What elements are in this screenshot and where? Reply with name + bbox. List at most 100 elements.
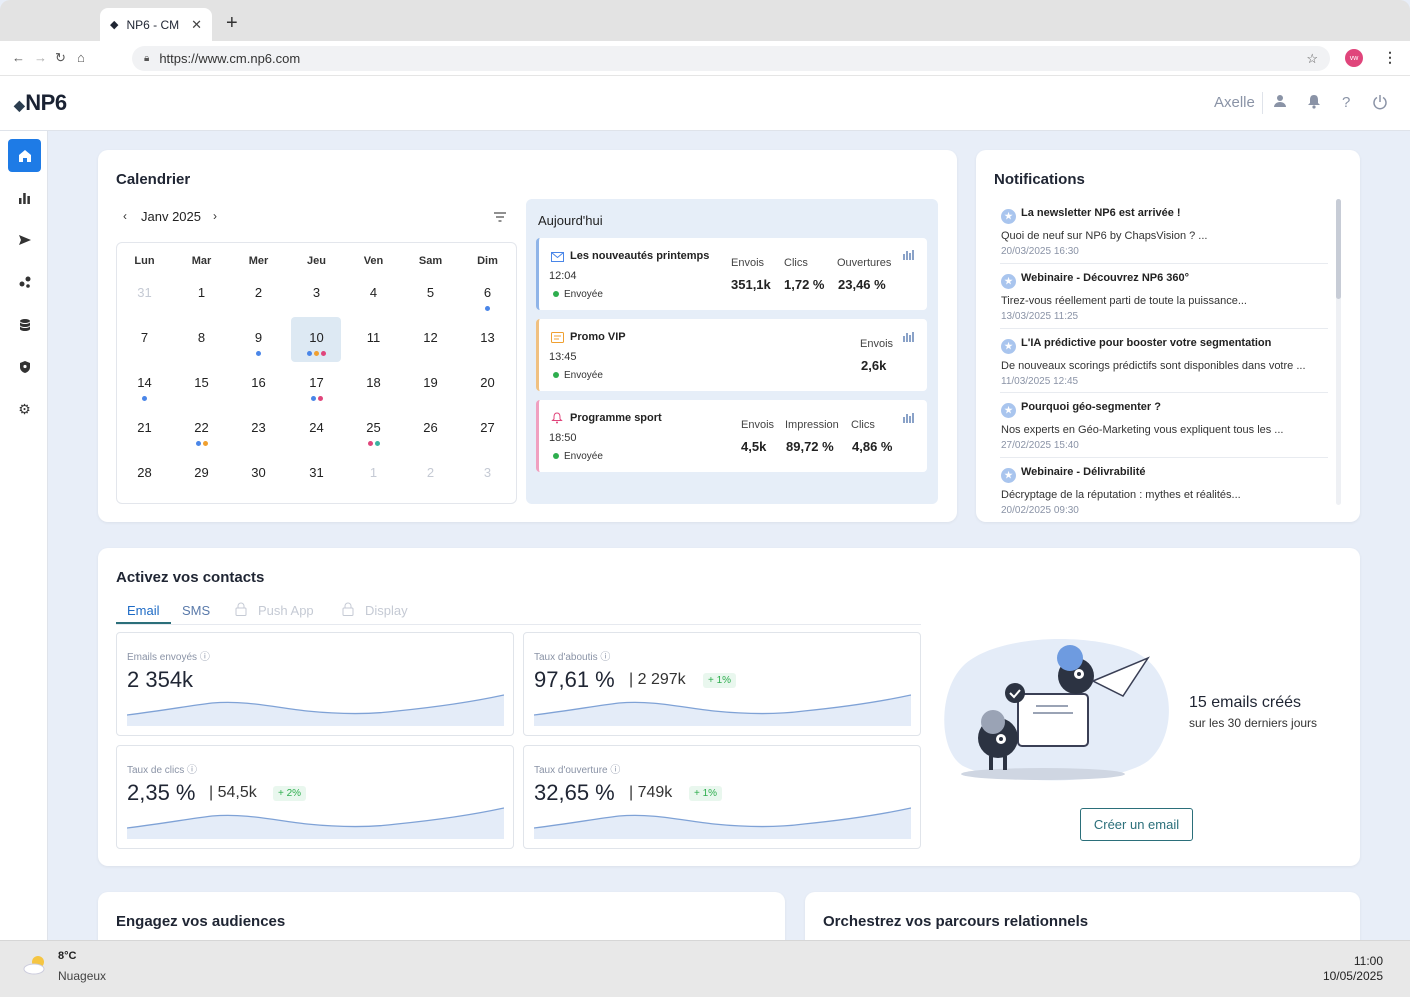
- sidebar-shield-icon[interactable]: [8, 350, 41, 383]
- filter-icon[interactable]: [493, 209, 507, 227]
- bookmark-star-icon[interactable]: ☆: [1306, 51, 1318, 67]
- calendar-day[interactable]: 12: [402, 330, 459, 345]
- sidebar-database-icon[interactable]: [8, 308, 41, 341]
- calendar-day[interactable]: 3: [459, 465, 516, 480]
- calendar-day[interactable]: 5: [402, 285, 459, 300]
- calendar-day[interactable]: 27: [459, 420, 516, 435]
- bell-icon[interactable]: [1307, 94, 1321, 113]
- metric-delta: + 1%: [703, 673, 737, 688]
- notification-item[interactable]: ★ Pourquoi géo-segmenter ? Nos experts en…: [1001, 401, 1331, 453]
- notification-item[interactable]: ★ L'IA prédictive pour booster votre segm…: [1001, 337, 1331, 389]
- help-icon[interactable]: ?: [1342, 94, 1350, 111]
- power-icon[interactable]: [1372, 94, 1388, 114]
- calendar-day[interactable]: 23: [230, 420, 287, 435]
- calendar-day[interactable]: 21: [116, 420, 173, 435]
- browser-avatar[interactable]: vw: [1345, 49, 1363, 67]
- calendar-day[interactable]: 18: [345, 375, 402, 390]
- clock-date[interactable]: 10/05/2025: [1310, 969, 1383, 983]
- calendar-day[interactable]: 16: [230, 375, 287, 390]
- calendar-day[interactable]: 15: [173, 375, 230, 390]
- event-time: 12:04: [549, 270, 577, 282]
- calendar-day[interactable]: 1: [173, 285, 230, 300]
- prev-month-icon[interactable]: ‹: [123, 209, 127, 223]
- tab-sms[interactable]: SMS: [182, 603, 210, 618]
- calendar-day[interactable]: 20: [459, 375, 516, 390]
- notification-desc: De nouveaux scorings prédictifs sont dis…: [1001, 360, 1306, 372]
- sparkline: [534, 694, 911, 726]
- calendar-day[interactable]: 2: [402, 465, 459, 480]
- forward-icon[interactable]: →: [34, 50, 47, 65]
- url-bar[interactable]: 🔒︎ https://www.cm.np6.com ☆: [132, 46, 1330, 71]
- kpi-value: 4,86 %: [852, 439, 893, 454]
- stats-icon[interactable]: [903, 250, 914, 263]
- notification-item[interactable]: ★ Webinaire - Délivrabilité Décryptage de…: [1001, 466, 1331, 518]
- lock-icon: [235, 602, 247, 621]
- back-icon[interactable]: ←: [12, 50, 25, 65]
- browser-tab[interactable]: ◆ NP6 - CM ✕: [100, 8, 212, 41]
- notification-date: 27/02/2025 15:40: [1001, 440, 1079, 451]
- tab-push-app[interactable]: Push App: [258, 603, 314, 618]
- cloudy-weather-icon[interactable]: [22, 954, 50, 976]
- calendar-day[interactable]: 4: [345, 285, 402, 300]
- user-icon[interactable]: [1273, 94, 1287, 112]
- kpi-label: Impression: [785, 419, 839, 431]
- notification-date: 11/03/2025 12:45: [1001, 376, 1079, 387]
- calendar-day[interactable]: 11: [345, 330, 402, 345]
- sms-icon: [551, 330, 564, 348]
- calendar-day-today[interactable]: 10: [288, 330, 345, 345]
- calendar-day[interactable]: 9: [230, 330, 287, 345]
- calendar-day[interactable]: 1: [345, 465, 402, 480]
- logo-gem-icon: ◆: [14, 97, 25, 113]
- divider: [1000, 328, 1328, 329]
- calendar-day[interactable]: 2: [230, 285, 287, 300]
- close-tab-icon[interactable]: ✕: [191, 17, 202, 33]
- reload-icon[interactable]: ↻: [55, 50, 66, 66]
- sparkline: [534, 807, 911, 839]
- calendar-day[interactable]: 6: [459, 285, 516, 300]
- calendar-day[interactable]: 7: [116, 330, 173, 345]
- next-month-icon[interactable]: ›: [213, 209, 217, 223]
- sidebar-journeys-icon[interactable]: [8, 265, 41, 298]
- sidebar-home-icon[interactable]: [8, 139, 41, 172]
- calendar-day[interactable]: 31: [288, 465, 345, 480]
- event-dots: [459, 304, 516, 311]
- calendar-day[interactable]: 3: [288, 285, 345, 300]
- promo-subtitle: sur les 30 derniers jours: [1189, 716, 1318, 730]
- calendar-day[interactable]: 29: [173, 465, 230, 480]
- create-email-button[interactable]: Créer un email: [1080, 808, 1193, 841]
- calendar-day[interactable]: 22: [173, 420, 230, 435]
- browser-menu-icon[interactable]: ⋮: [1383, 49, 1397, 66]
- calendar-day[interactable]: 28: [116, 465, 173, 480]
- calendar-day[interactable]: 8: [173, 330, 230, 345]
- home-icon[interactable]: ⌂: [77, 50, 85, 65]
- user-name[interactable]: Axelle: [1214, 94, 1255, 111]
- notification-item[interactable]: ★ La newsletter NP6 est arrivée ! Quoi de…: [1001, 207, 1331, 259]
- scrollbar-thumb[interactable]: [1336, 199, 1341, 299]
- notification-item[interactable]: ★ Webinaire - Découvrez NP6 360° Tirez-vo…: [1001, 272, 1331, 324]
- clock-time[interactable]: 11:00: [1320, 954, 1383, 968]
- calendar-day[interactable]: 19: [402, 375, 459, 390]
- new-tab-icon[interactable]: +: [226, 12, 238, 35]
- sidebar-send-icon[interactable]: [8, 223, 41, 256]
- calendar-day[interactable]: 26: [402, 420, 459, 435]
- calendar-day[interactable]: 24: [288, 420, 345, 435]
- event-status: Envoyée: [553, 451, 603, 462]
- info-icon: ⓘ: [600, 652, 611, 663]
- tab-email[interactable]: Email: [127, 603, 160, 618]
- stats-icon[interactable]: [903, 413, 914, 426]
- sidebar-stats-icon[interactable]: [8, 181, 41, 214]
- calendar-day[interactable]: 14: [116, 375, 173, 390]
- tab-display[interactable]: Display: [365, 603, 408, 618]
- np6-logo[interactable]: ◆NP6: [14, 90, 67, 116]
- calendar-day[interactable]: 31: [116, 285, 173, 300]
- calendar-day[interactable]: 30: [230, 465, 287, 480]
- calendar-title: Calendrier: [116, 171, 191, 188]
- calendar-day[interactable]: 25: [345, 420, 402, 435]
- sidebar-settings-icon[interactable]: ⚙: [8, 393, 41, 426]
- notification-title: ★ Webinaire - Découvrez NP6 360°: [1001, 272, 1331, 289]
- calendar-day[interactable]: 13: [459, 330, 516, 345]
- stats-icon[interactable]: [903, 332, 914, 345]
- metric-delta: + 2%: [273, 786, 307, 801]
- calendar-day[interactable]: 17: [288, 375, 345, 390]
- event-dots: [288, 349, 345, 356]
